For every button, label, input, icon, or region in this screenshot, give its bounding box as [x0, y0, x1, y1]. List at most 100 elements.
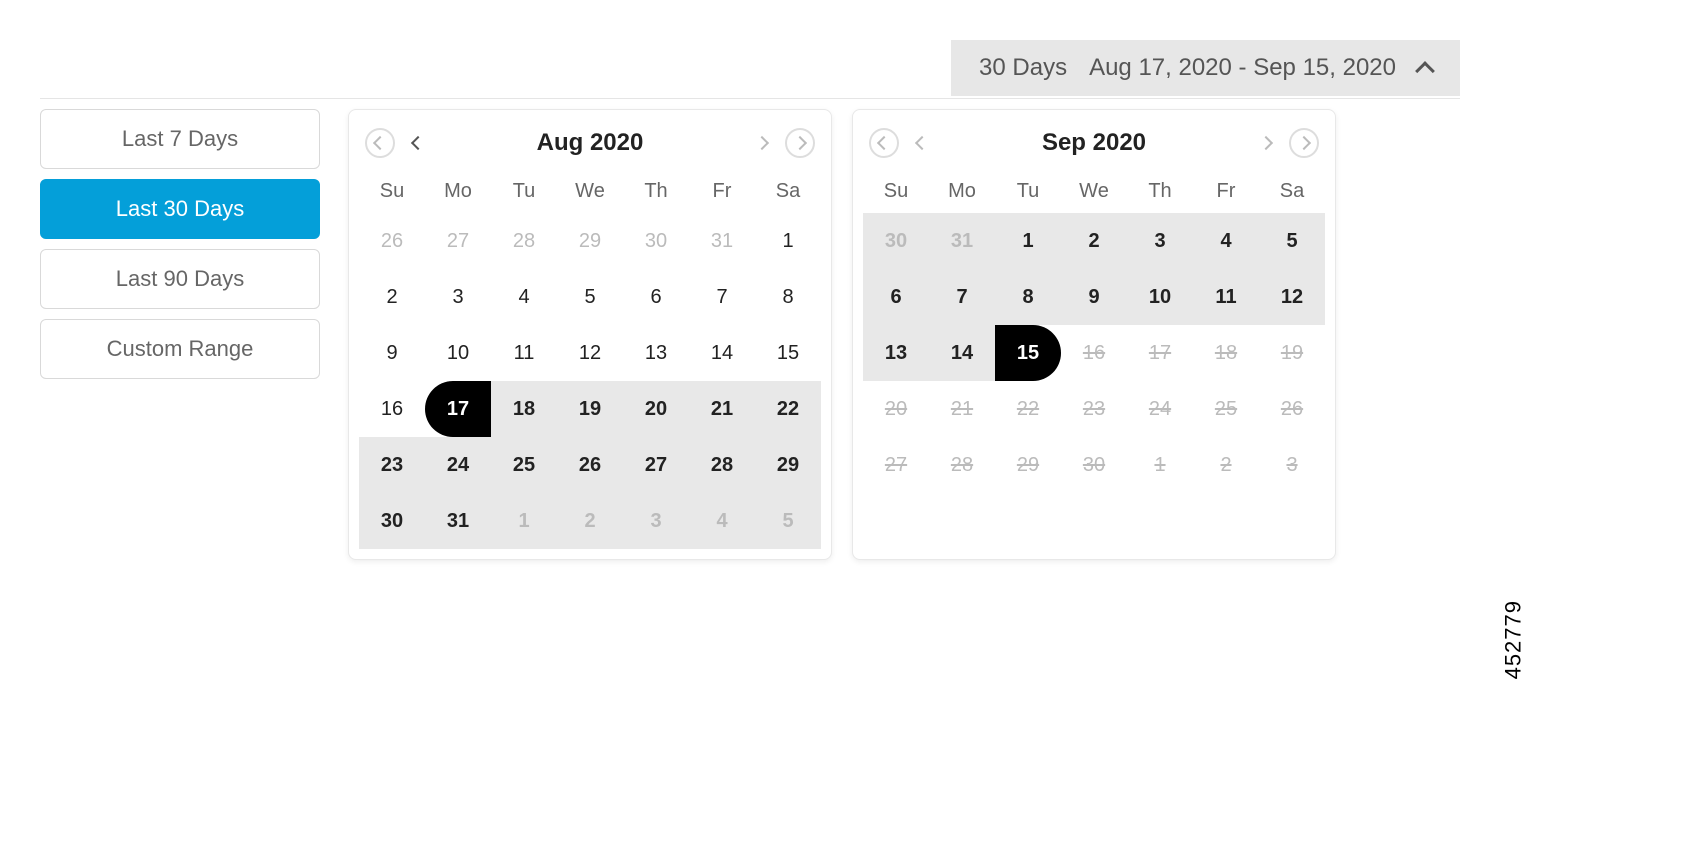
day-cell: 27 — [863, 437, 929, 493]
day-cell[interactable]: 1 — [995, 213, 1061, 269]
day-cell[interactable]: 15 — [995, 325, 1061, 381]
day-cell[interactable]: 24 — [425, 437, 491, 493]
day-cell[interactable]: 28 — [689, 437, 755, 493]
next-year-button[interactable] — [785, 128, 815, 158]
calendar-title: Sep 2020 — [945, 129, 1243, 157]
next-year-button[interactable] — [1289, 128, 1319, 158]
day-cell[interactable]: 29 — [755, 437, 821, 493]
day-cell[interactable]: 7 — [929, 269, 995, 325]
day-cell[interactable]: 1 — [491, 493, 557, 549]
day-cell[interactable]: 4 — [689, 493, 755, 549]
prev-year-button[interactable] — [869, 128, 899, 158]
figure-id-label: 452779 — [1500, 600, 1526, 679]
dow-header: Su — [863, 170, 929, 213]
day-cell[interactable]: 7 — [689, 269, 755, 325]
day-cell: 1 — [1127, 437, 1193, 493]
day-cell[interactable]: 28 — [491, 213, 557, 269]
day-cell[interactable]: 26 — [359, 213, 425, 269]
day-cell[interactable]: 31 — [929, 213, 995, 269]
calendar-1: Sep 2020SuMoTuWeThFrSa303112345678910111… — [852, 109, 1336, 560]
day-cell[interactable]: 19 — [557, 381, 623, 437]
day-cell[interactable]: 9 — [359, 325, 425, 381]
day-cell[interactable]: 31 — [425, 493, 491, 549]
day-cell[interactable]: 6 — [863, 269, 929, 325]
day-cell: 18 — [1193, 325, 1259, 381]
day-cell: 28 — [929, 437, 995, 493]
day-cell[interactable]: 17 — [425, 381, 491, 437]
day-cell[interactable]: 4 — [1193, 213, 1259, 269]
day-cell[interactable]: 4 — [491, 269, 557, 325]
day-cell[interactable]: 29 — [557, 213, 623, 269]
next-month-button[interactable] — [747, 128, 777, 158]
day-cell[interactable]: 5 — [755, 493, 821, 549]
dow-header: Fr — [689, 170, 755, 213]
day-cell: 23 — [1061, 381, 1127, 437]
dow-header: Th — [623, 170, 689, 213]
date-range-toggle[interactable]: 30 Days Aug 17, 2020 - Sep 15, 2020 — [951, 40, 1460, 96]
day-cell: 20 — [863, 381, 929, 437]
day-cell: 26 — [1259, 381, 1325, 437]
preset-last7[interactable]: Last 7 Days — [40, 109, 320, 169]
day-cell[interactable]: 3 — [623, 493, 689, 549]
day-cell[interactable]: 27 — [425, 213, 491, 269]
day-cell[interactable]: 23 — [359, 437, 425, 493]
day-cell: 3 — [1259, 437, 1325, 493]
dow-header: Su — [359, 170, 425, 213]
dow-header: Tu — [491, 170, 557, 213]
day-cell[interactable]: 31 — [689, 213, 755, 269]
day-cell[interactable]: 3 — [1127, 213, 1193, 269]
day-cell[interactable]: 30 — [863, 213, 929, 269]
day-cell[interactable]: 11 — [1193, 269, 1259, 325]
preset-custom[interactable]: Custom Range — [40, 319, 320, 379]
preset-last90[interactable]: Last 90 Days — [40, 249, 320, 309]
day-cell: 16 — [1061, 325, 1127, 381]
calendar-pair: Aug 2020SuMoTuWeThFrSa262728293031123456… — [348, 109, 1336, 560]
day-cell[interactable]: 9 — [1061, 269, 1127, 325]
day-cell[interactable]: 30 — [623, 213, 689, 269]
day-cell[interactable]: 2 — [359, 269, 425, 325]
day-cell: 2 — [1193, 437, 1259, 493]
day-cell[interactable]: 21 — [689, 381, 755, 437]
day-cell[interactable]: 30 — [359, 493, 425, 549]
day-cell[interactable]: 20 — [623, 381, 689, 437]
day-cell[interactable]: 8 — [755, 269, 821, 325]
calendar-0: Aug 2020SuMoTuWeThFrSa262728293031123456… — [348, 109, 832, 560]
day-cell[interactable]: 15 — [755, 325, 821, 381]
day-cell[interactable]: 25 — [491, 437, 557, 493]
day-cell[interactable]: 5 — [1259, 213, 1325, 269]
day-cell[interactable]: 27 — [623, 437, 689, 493]
day-cell[interactable]: 16 — [359, 381, 425, 437]
day-cell[interactable]: 11 — [491, 325, 557, 381]
prev-month-button[interactable] — [907, 128, 937, 158]
day-cell[interactable]: 12 — [1259, 269, 1325, 325]
day-cell[interactable]: 12 — [557, 325, 623, 381]
day-cell[interactable]: 8 — [995, 269, 1061, 325]
day-cell[interactable]: 2 — [1061, 213, 1127, 269]
day-cell[interactable]: 2 — [557, 493, 623, 549]
day-cell[interactable]: 10 — [1127, 269, 1193, 325]
day-cell: 17 — [1127, 325, 1193, 381]
day-cell: 22 — [995, 381, 1061, 437]
date-range-text: Aug 17, 2020 - Sep 15, 2020 — [1089, 54, 1396, 82]
day-cell[interactable]: 1 — [755, 213, 821, 269]
dow-header: Sa — [1259, 170, 1325, 213]
preset-last30[interactable]: Last 30 Days — [40, 179, 320, 239]
next-month-button[interactable] — [1251, 128, 1281, 158]
day-cell[interactable]: 14 — [689, 325, 755, 381]
prev-month-button[interactable] — [403, 128, 433, 158]
dow-header: Tu — [995, 170, 1061, 213]
prev-year-button[interactable] — [365, 128, 395, 158]
day-cell[interactable]: 10 — [425, 325, 491, 381]
dow-header: Mo — [929, 170, 995, 213]
day-cell: 29 — [995, 437, 1061, 493]
day-cell[interactable]: 13 — [863, 325, 929, 381]
day-cell[interactable]: 18 — [491, 381, 557, 437]
day-cell[interactable]: 13 — [623, 325, 689, 381]
day-cell[interactable]: 3 — [425, 269, 491, 325]
day-cell[interactable]: 5 — [557, 269, 623, 325]
day-cell[interactable]: 26 — [557, 437, 623, 493]
day-cell: 19 — [1259, 325, 1325, 381]
day-cell[interactable]: 22 — [755, 381, 821, 437]
day-cell[interactable]: 6 — [623, 269, 689, 325]
day-cell[interactable]: 14 — [929, 325, 995, 381]
